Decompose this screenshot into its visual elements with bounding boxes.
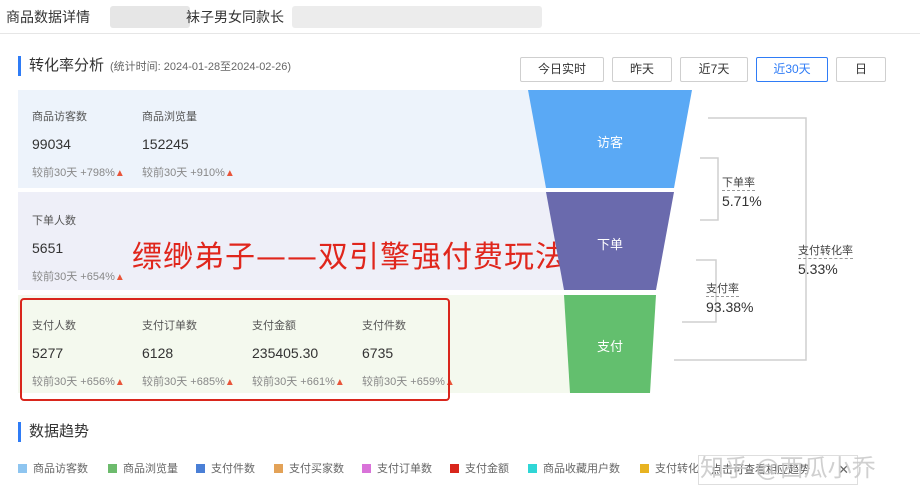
- bracket-pay-conversion: [674, 117, 807, 361]
- legend-swatch: [640, 464, 649, 473]
- range-button-30days[interactable]: 近30天: [756, 57, 828, 82]
- rate-value: 5.33%: [798, 261, 838, 277]
- metric-compare: 较前30天 +910%▲: [142, 167, 235, 179]
- legend-item-pay-amount[interactable]: 支付金额: [450, 460, 509, 476]
- legend-item-pay-conversion[interactable]: 支付转化: [640, 460, 699, 476]
- metric-value: 5651: [32, 240, 64, 256]
- rate-label: 支付率: [706, 280, 739, 297]
- legend-swatch: [362, 464, 371, 473]
- up-arrow-icon: ▲: [114, 168, 125, 179]
- range-button-day[interactable]: 日: [836, 57, 886, 82]
- top-bar: 商品数据详情 袜子男女同款长: [0, 0, 920, 34]
- stat-period: (统计时间: 2024-01-28至2024-02-26): [110, 61, 291, 73]
- range-button-today[interactable]: 今日实时: [520, 57, 604, 82]
- legend-swatch: [108, 464, 117, 473]
- metric-compare: 较前30天 +798%▲: [32, 167, 125, 179]
- up-arrow-icon: ▲: [224, 168, 235, 179]
- range-button-yesterday[interactable]: 昨天: [612, 57, 672, 82]
- legend-swatch: [450, 464, 459, 473]
- pay-rate: 支付率 93.38%: [706, 280, 753, 315]
- metric-label: 商品浏览量: [142, 111, 197, 123]
- metric-pageviews[interactable]: 商品浏览量 152245 较前30天 +910%▲: [142, 108, 252, 180]
- legend-swatch: [196, 464, 205, 473]
- blurred-region: [292, 6, 542, 28]
- blurred-region: [110, 6, 190, 28]
- funnel-label-order: 下单: [596, 237, 623, 252]
- legend-swatch: [274, 464, 283, 473]
- bracket-order-rate: [700, 157, 719, 221]
- funnel-label-pay: 支付: [596, 339, 623, 354]
- metric-value: 152245: [142, 136, 189, 152]
- legend-item-pay-orders[interactable]: 支付订单数: [362, 460, 432, 476]
- overlay-caption: 缥缈弟子——双引擎强付费玩法: [132, 240, 566, 275]
- pay-conversion-rate: 支付转化率 5.33%: [798, 242, 853, 277]
- trend-title: 数据趋势: [29, 423, 90, 440]
- metric-visitors[interactable]: 商品访客数 99034 较前30天 +798%▲: [32, 108, 142, 180]
- up-arrow-icon: ▲: [114, 272, 125, 283]
- metric-label: 商品访客数: [32, 111, 87, 123]
- legend-item-pageviews[interactable]: 商品浏览量: [108, 460, 178, 476]
- product-title-fragment: 袜子男女同款长: [186, 9, 284, 25]
- rate-label: 支付转化率: [798, 242, 853, 259]
- legend-swatch: [18, 464, 27, 473]
- legend-item-favorites[interactable]: 商品收藏用户数: [528, 460, 620, 476]
- rate-label: 下单率: [722, 174, 755, 191]
- funnel-label-visitor: 访客: [596, 135, 623, 150]
- rate-value: 93.38%: [706, 299, 754, 315]
- visit-panel: 商品访客数 99034 较前30天 +798%▲ 商品浏览量 152245 较前…: [18, 90, 578, 188]
- legend-swatch: [528, 464, 537, 473]
- metric-value: 99034: [32, 136, 71, 152]
- rate-brackets: [674, 117, 807, 361]
- highlight-box: [20, 298, 450, 401]
- legend-item-pay-buyers[interactable]: 支付买家数: [274, 460, 344, 476]
- trend-section-title: 数据趋势: [18, 422, 89, 442]
- legend-item-visitors[interactable]: 商品访客数: [18, 460, 88, 476]
- range-button-7days[interactable]: 近7天: [680, 57, 748, 82]
- metric-compare: 较前30天 +654%▲: [32, 271, 125, 283]
- order-rate: 下单率 5.71%: [722, 174, 762, 209]
- watermark: 知乎 @西瓜小乔: [700, 454, 876, 482]
- rate-value: 5.71%: [722, 193, 762, 209]
- conversion-section-title: 转化率分析 (统计时间: 2024-01-28至2024-02-26): [18, 56, 291, 76]
- metric-order-buyers[interactable]: 下单人数 5651 较前30天 +654%▲: [32, 212, 142, 284]
- legend-item-pay-items[interactable]: 支付件数: [196, 460, 255, 476]
- metric-label: 下单人数: [32, 215, 76, 227]
- conversion-title: 转化率分析: [29, 57, 105, 74]
- breadcrumb-prefix[interactable]: 商品数据详情: [6, 0, 90, 34]
